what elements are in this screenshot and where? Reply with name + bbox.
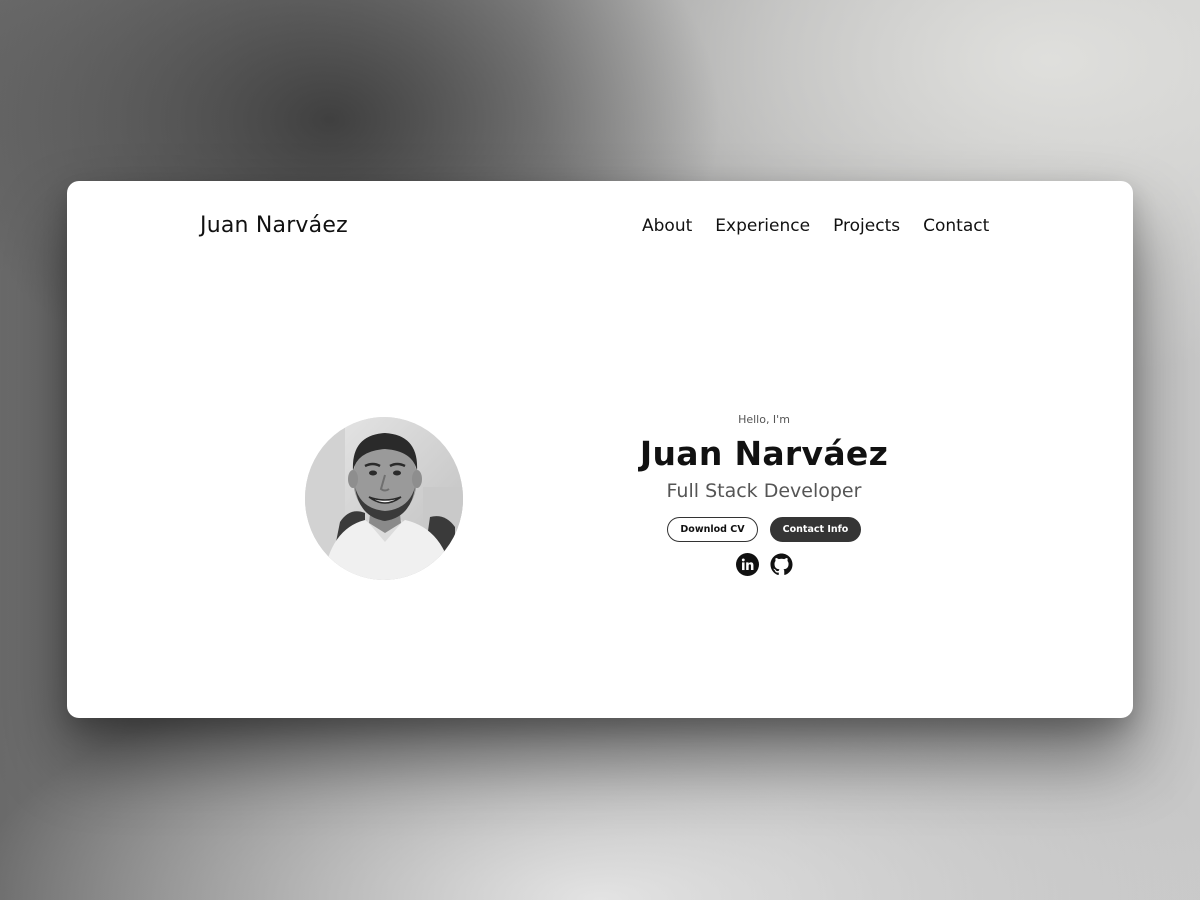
hero-name: Juan Narváez: [639, 434, 889, 473]
hero-title: Full Stack Developer: [666, 480, 862, 502]
hero-section: Hello, I'm Juan Narváez Full Stack Devel…: [604, 413, 924, 576]
main-nav: About Experience Projects Contact: [642, 216, 989, 236]
profile-photo-illustration: [305, 417, 463, 580]
nav-about[interactable]: About: [642, 216, 692, 236]
nav-contact[interactable]: Contact: [923, 216, 989, 236]
portfolio-window: Juan Narváez About Experience Projects C…: [67, 181, 1133, 718]
linkedin-icon[interactable]: [735, 553, 759, 576]
site-logo[interactable]: Juan Narváez: [200, 213, 348, 238]
github-icon[interactable]: [769, 553, 793, 576]
social-links: [604, 553, 924, 576]
hero-buttons: Downlod CV Contact Info: [604, 517, 924, 542]
nav-experience[interactable]: Experience: [715, 216, 810, 236]
download-cv-button[interactable]: Downlod CV: [667, 517, 758, 542]
profile-photo: [305, 417, 463, 580]
hero-greeting: Hello, I'm: [738, 413, 790, 426]
contact-info-button[interactable]: Contact Info: [770, 517, 861, 542]
nav-projects[interactable]: Projects: [833, 216, 900, 236]
